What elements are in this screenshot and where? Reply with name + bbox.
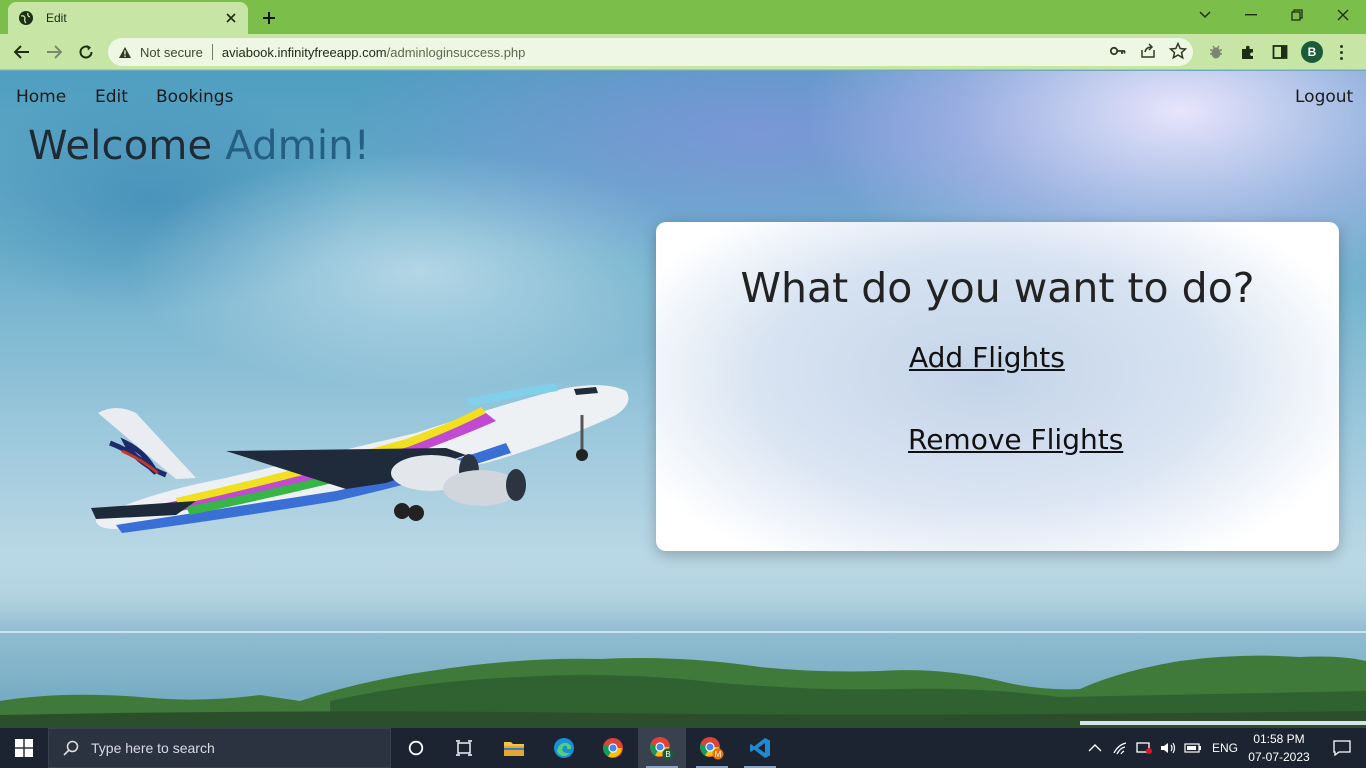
svg-text:M: M: [715, 750, 722, 759]
volume-icon[interactable]: [1160, 741, 1178, 755]
tab-search-button[interactable]: [1182, 0, 1228, 30]
nav-bookings-link[interactable]: Bookings: [156, 87, 233, 107]
airplane-image: [91, 383, 629, 533]
action-card: What do you want to do? Add Flights Remo…: [656, 222, 1339, 551]
cortana-icon: [408, 740, 424, 756]
welcome-prefix: Welcome: [28, 123, 213, 169]
minimize-button[interactable]: [1228, 0, 1274, 30]
profile-avatar[interactable]: B: [1301, 41, 1323, 63]
taskbar-search-box[interactable]: Type here to search: [48, 728, 391, 768]
close-icon: [1337, 9, 1349, 21]
minimize-icon: [1245, 14, 1257, 16]
notification-icon: [1333, 740, 1351, 757]
search-icon: [63, 740, 79, 756]
reload-button[interactable]: [75, 41, 97, 63]
tab-close-icon[interactable]: [224, 11, 238, 25]
taskbar-chrome[interactable]: [589, 728, 637, 768]
side-panel-icon: [1272, 45, 1288, 59]
star-icon[interactable]: [1169, 42, 1187, 60]
page-viewport: Home Edit Bookings Logout Welcome Admin!…: [0, 71, 1366, 728]
task-view-button[interactable]: [440, 728, 488, 768]
action-card-heading: What do you want to do?: [740, 264, 1255, 312]
folder-icon: [504, 742, 524, 756]
side-panel-button[interactable]: [1269, 41, 1291, 63]
reload-icon: [79, 45, 93, 59]
taskbar-clock[interactable]: 01:58 PM 07-07-2023: [1242, 730, 1316, 766]
site-navbar: Home Edit Bookings Logout: [0, 71, 1366, 121]
warning-icon: [119, 46, 131, 58]
forward-button[interactable]: [43, 41, 65, 63]
taskbar-file-explorer[interactable]: [490, 728, 538, 768]
browser-toolbar: Not secure aviabook.infinityfreeapp.com /…: [0, 34, 1366, 70]
chrome-profile-m-icon: M: [700, 737, 724, 760]
wifi-icon[interactable]: [1112, 741, 1128, 755]
address-bar-actions: [1109, 42, 1187, 60]
windows-logo-icon: [15, 739, 33, 757]
new-tab-button[interactable]: [258, 7, 280, 29]
start-button[interactable]: [0, 728, 48, 768]
clock-time: 01:58 PM: [1253, 732, 1305, 746]
clock-date: 07-07-2023: [1248, 750, 1310, 764]
arrow-right-icon: [47, 45, 62, 59]
share-icon[interactable]: [1139, 42, 1157, 60]
nav-home-link[interactable]: Home: [16, 87, 66, 107]
key-icon[interactable]: [1109, 42, 1127, 60]
bug-icon: [1210, 45, 1222, 59]
chrome-profile-b-icon: B: [650, 737, 674, 760]
meet-now-icon[interactable]: [1136, 741, 1154, 755]
browser-menu-button[interactable]: [1336, 41, 1346, 63]
edge-icon: [554, 738, 574, 758]
security-label[interactable]: Not secure: [140, 45, 203, 60]
restore-button[interactable]: [1274, 0, 1320, 30]
remove-flights-link[interactable]: Remove Flights: [908, 423, 1123, 456]
vscode-icon: [750, 738, 770, 758]
taskbar-search-placeholder: Type here to search: [91, 740, 215, 756]
chrome-icon: [603, 738, 623, 758]
back-button[interactable]: [11, 41, 33, 63]
cortana-button[interactable]: [392, 728, 440, 768]
address-divider: [211, 44, 213, 60]
battery-icon[interactable]: [1184, 742, 1202, 754]
taskbar-chrome-profile-b[interactable]: B: [638, 728, 686, 768]
arrow-left-icon: [14, 45, 29, 59]
system-tray: ENG: [1088, 728, 1238, 768]
puzzle-icon: [1242, 45, 1253, 59]
browser-tab-strip: Edit: [0, 0, 1366, 34]
browser-tab[interactable]: Edit: [8, 2, 248, 34]
tab-title: Edit: [46, 11, 67, 25]
chevron-up-icon[interactable]: [1088, 743, 1102, 753]
welcome-admin-name: Admin!: [225, 123, 371, 169]
action-center-button[interactable]: [1318, 728, 1366, 768]
task-view-icon: [456, 740, 472, 756]
taskbar-vscode[interactable]: [736, 728, 784, 768]
nav-logout-link[interactable]: Logout: [1295, 87, 1353, 107]
welcome-heading: Welcome Admin!: [28, 123, 370, 169]
restore-icon: [1291, 9, 1303, 21]
chevron-down-icon: [1199, 11, 1211, 19]
taskbar-edge[interactable]: [540, 728, 588, 768]
globe-icon: [19, 11, 33, 25]
add-flights-link[interactable]: Add Flights: [909, 341, 1065, 374]
close-window-button[interactable]: [1320, 0, 1366, 30]
island-background: [0, 655, 1366, 728]
plus-icon: [263, 12, 275, 24]
horizon-haze: [0, 551, 1366, 631]
address-bar[interactable]: Not secure aviabook.infinityfreeapp.com /…: [108, 38, 1193, 66]
extension-bug-button[interactable]: [1205, 41, 1227, 63]
url-host: aviabook.infinityfreeapp.com: [221, 44, 387, 60]
svg-text:B: B: [665, 750, 670, 759]
windows-taskbar: Type here to search B M ENG 01:58 PM 07-…: [0, 728, 1366, 768]
extensions-button[interactable]: [1237, 41, 1259, 63]
taskbar-chrome-profile-m[interactable]: M: [688, 728, 736, 768]
nav-edit-link[interactable]: Edit: [95, 87, 128, 107]
language-indicator[interactable]: ENG: [1212, 741, 1238, 755]
url-path: /adminloginsuccess.php: [386, 44, 526, 60]
